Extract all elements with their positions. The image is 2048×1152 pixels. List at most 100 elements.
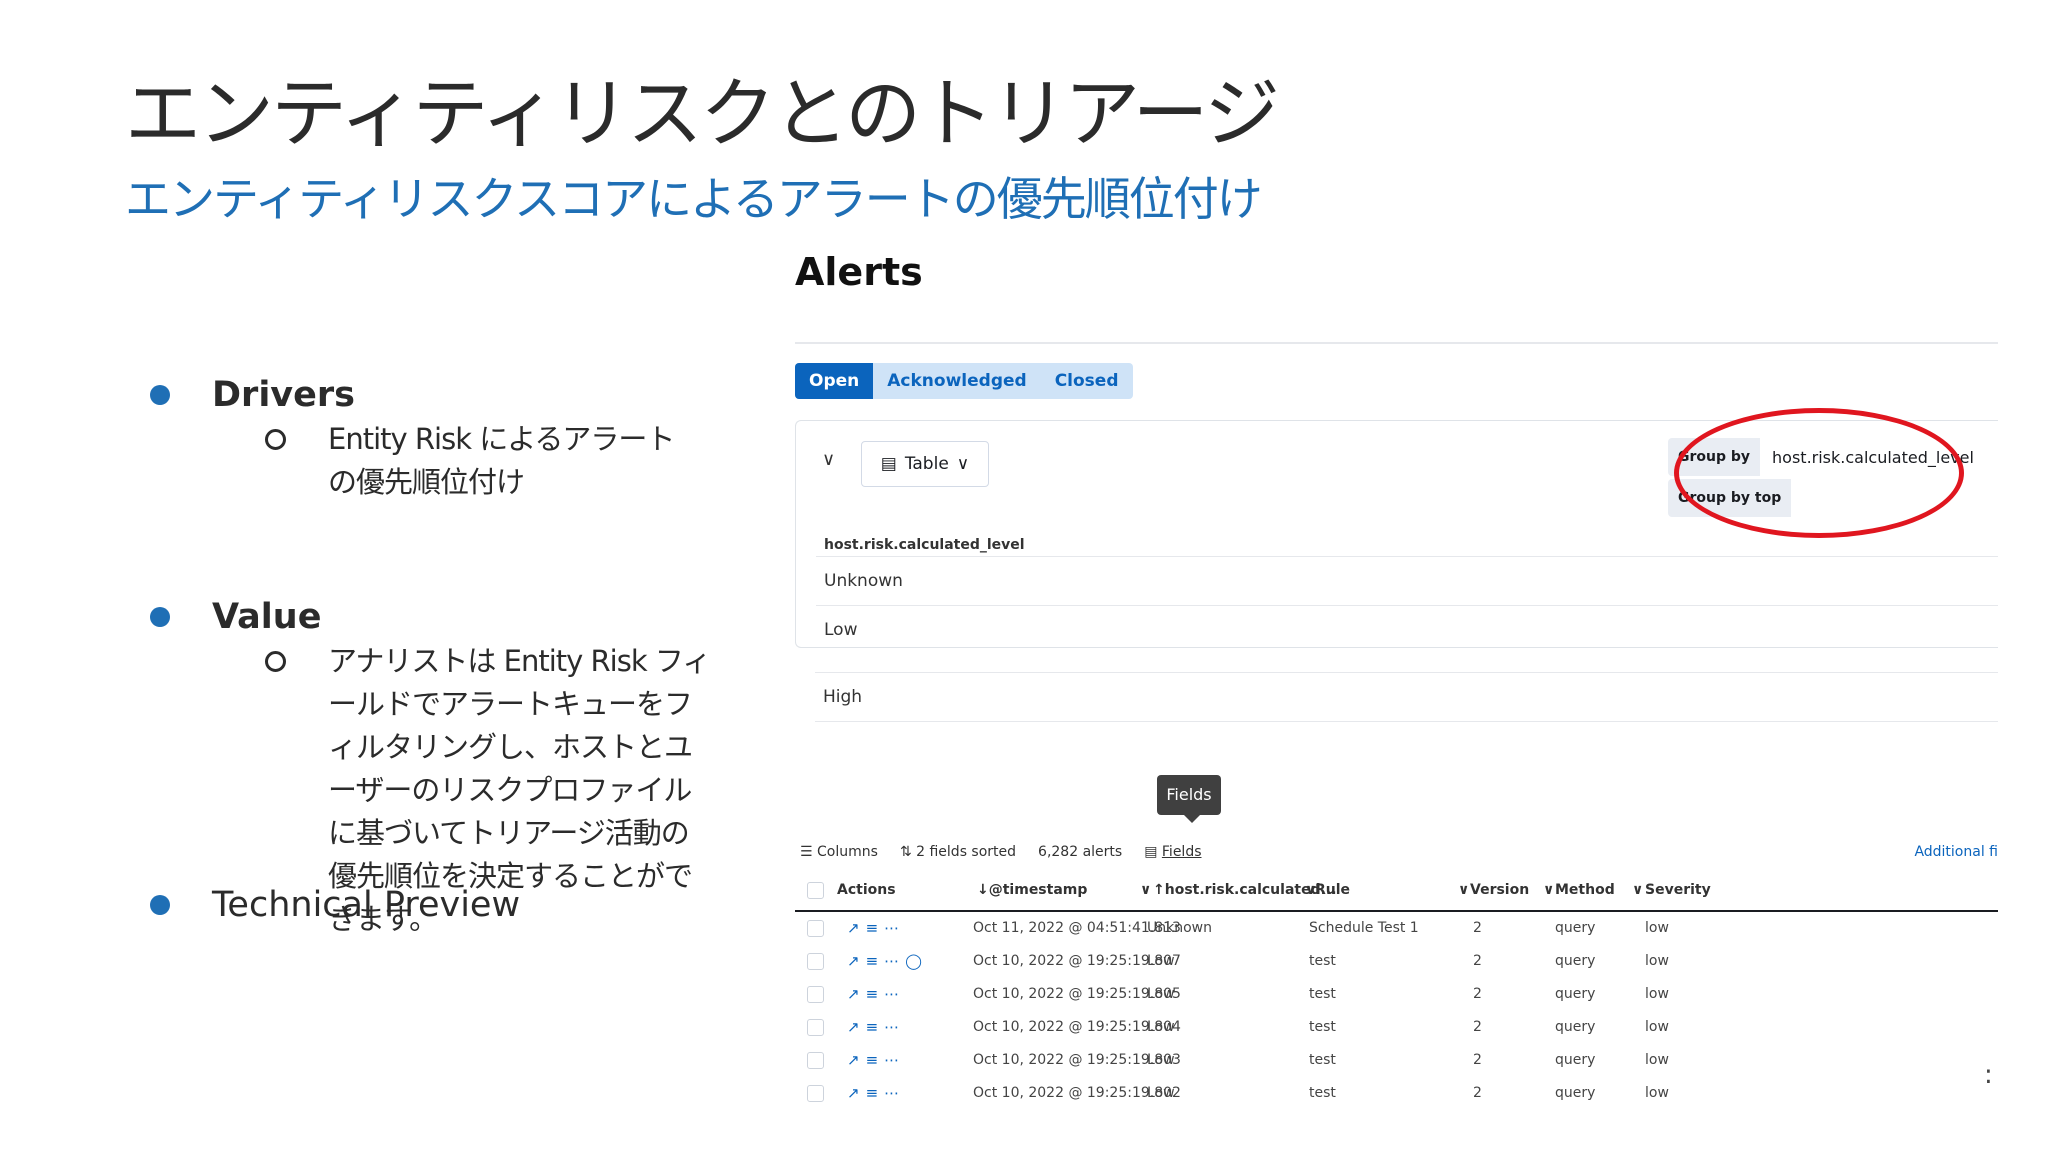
columns-button[interactable]: ☰ Columns [800,844,878,860]
cell-level: Low [1147,1019,1175,1035]
cell-method: query [1555,986,1596,1002]
sub-bullet-text: Entity Risk によるアラートの優先順位付け [328,422,675,499]
bullet-value: Value [150,592,321,642]
group-row-unknown[interactable]: Unknown [816,556,1998,605]
row-checkbox[interactable] [807,953,824,970]
cell-rule: Schedule Test 1 [1309,920,1419,936]
row-checkbox[interactable] [807,920,824,937]
cell-rule: test [1309,1052,1336,1068]
table-row[interactable]: ↗≡⋯◯ Oct 10, 2022 @ 19:25:19.807 Low tes… [795,945,1998,978]
cell-severity: low [1645,986,1669,1002]
cell-severity: low [1645,953,1669,969]
cell-rule: test [1309,1085,1336,1101]
col-level[interactable]: ↑ host.risk.calculated... [1153,870,1337,910]
row-actions-icons[interactable]: ↗≡⋯ [847,1044,905,1077]
alerts-table: Actions ↓ @timestamp ∨ ↑ host.risk.calcu… [795,870,1998,1110]
sort-button[interactable]: ⇅ 2 fields sorted [900,844,1016,860]
alert-count: 6,282 alerts [1038,844,1123,860]
cell-severity: low [1645,1019,1669,1035]
col-rule[interactable]: Rule [1315,870,1350,910]
cell-level: Low [1147,986,1175,1002]
row-checkbox[interactable] [807,1052,824,1069]
bullet-dot-icon [150,607,170,627]
col-timestamp[interactable]: ↓ @timestamp [977,870,1087,910]
row-checkbox[interactable] [807,986,824,1003]
cell-method: query [1555,1052,1596,1068]
cell-version: 2 [1473,1085,1482,1101]
cell-level: Low [1147,1085,1175,1101]
bullet-drivers: Drivers [150,370,355,420]
row-actions-icons[interactable]: ↗≡⋯ [847,1077,905,1110]
col-actions: Actions [837,882,896,898]
row-actions-icons[interactable]: ↗≡⋯ [847,912,905,945]
cell-rule: test [1309,986,1336,1002]
cell-rule: test [1309,953,1336,969]
col-version[interactable]: Version [1470,870,1529,910]
row-actions-icons[interactable]: ↗≡⋯◯ [847,945,928,978]
cell-version: 2 [1473,1052,1482,1068]
group-row-low[interactable]: Low [816,605,1998,654]
cell-version: 2 [1473,1019,1482,1035]
bullet-label: Drivers [212,375,355,415]
sub-bullet-ring-icon [265,429,286,450]
row-actions-icons[interactable]: ↗≡⋯ [847,1011,905,1044]
cell-version: 2 [1473,953,1482,969]
col-version-menu-icon[interactable]: ∨ [1543,870,1554,910]
cell-level: Unknown [1147,920,1212,936]
highlight-ellipse [1674,408,1964,538]
sort-label: 2 fields sorted [916,844,1017,860]
col-method[interactable]: Method [1555,870,1615,910]
col-rule-menu-icon[interactable]: ∨ [1458,870,1469,910]
cell-severity: low [1645,920,1669,936]
table-view-label: Table [904,454,949,474]
alerts-screenshot: Alerts Open Acknowledged Closed ∨ ▤ Tabl… [790,240,1998,1120]
bullet-technical-preview: Technical Preview [150,880,520,930]
table-icon: ▤ [880,454,897,474]
sub-bullet-ring-icon [265,651,286,672]
tab-open[interactable]: Open [795,363,874,399]
row-actions-icons[interactable]: ↗≡⋯ [847,978,905,1011]
cell-level: Low [1147,953,1175,969]
table-row[interactable]: ↗≡⋯ Oct 10, 2022 @ 19:25:19.804 Low test… [795,1011,1998,1044]
select-all-checkbox[interactable] [807,882,824,899]
bullet-label: Technical Preview [212,885,521,925]
table-row[interactable]: ↗≡⋯ Oct 10, 2022 @ 19:25:19.805 Low test… [795,978,1998,1011]
chevron-down-icon[interactable]: ∨ [822,449,835,470]
fields-button[interactable]: ▤ Fields [1144,844,1201,860]
col-timestamp-label: @timestamp [988,882,1088,898]
tab-acknowledged[interactable]: Acknowledged [873,363,1040,399]
status-tabs: Open Acknowledged Closed [795,363,1133,399]
table-row[interactable]: ↗≡⋯ Oct 11, 2022 @ 04:51:41.813 Unknown … [795,912,1998,945]
cell-method: query [1555,1085,1596,1101]
alerts-heading: Alerts [795,250,923,294]
col-timestamp-menu-icon[interactable]: ∨ [1140,870,1151,910]
table-row[interactable]: ↗≡⋯ Oct 10, 2022 @ 19:25:19.803 Low test… [795,1044,1998,1077]
table-header: Actions ↓ @timestamp ∨ ↑ host.risk.calcu… [795,870,1998,912]
chevron-down-icon: ∨ [956,454,970,474]
sub-bullet-drivers: Entity Risk によるアラートの優先順位付け [265,418,695,504]
bullet-dot-icon [150,385,170,405]
group-row-high[interactable]: High [815,672,1998,722]
cell-version: 2 [1473,986,1482,1002]
col-method-menu-icon[interactable]: ∨ [1632,870,1643,910]
cell-version: 2 [1473,920,1482,936]
grid-toolbar: ☰ Columns ⇅ 2 fields sorted 6,282 alerts… [800,844,1202,860]
table-row[interactable]: ↗≡⋯ Oct 10, 2022 @ 19:25:19.802 Low test… [795,1077,1998,1110]
slide-title: エンティティリスクとのトリアージ [125,69,1280,158]
bullet-dot-icon [150,895,170,915]
table-view-button[interactable]: ▤ Table ∨ [861,441,989,487]
more-icon: : [1984,1060,1993,1090]
bullet-label: Value [212,597,322,637]
columns-label: Columns [817,844,878,860]
fields-label: Fields [1161,844,1202,860]
tab-closed[interactable]: Closed [1041,363,1133,399]
cell-method: query [1555,1019,1596,1035]
col-severity[interactable]: Severity [1645,870,1711,910]
cell-rule: test [1309,1019,1336,1035]
row-checkbox[interactable] [807,1085,824,1102]
row-checkbox[interactable] [807,1019,824,1036]
cell-method: query [1555,953,1596,969]
divider [795,342,1998,344]
additional-filters-link[interactable]: Additional fi [1914,844,1998,860]
cell-severity: low [1645,1052,1669,1068]
